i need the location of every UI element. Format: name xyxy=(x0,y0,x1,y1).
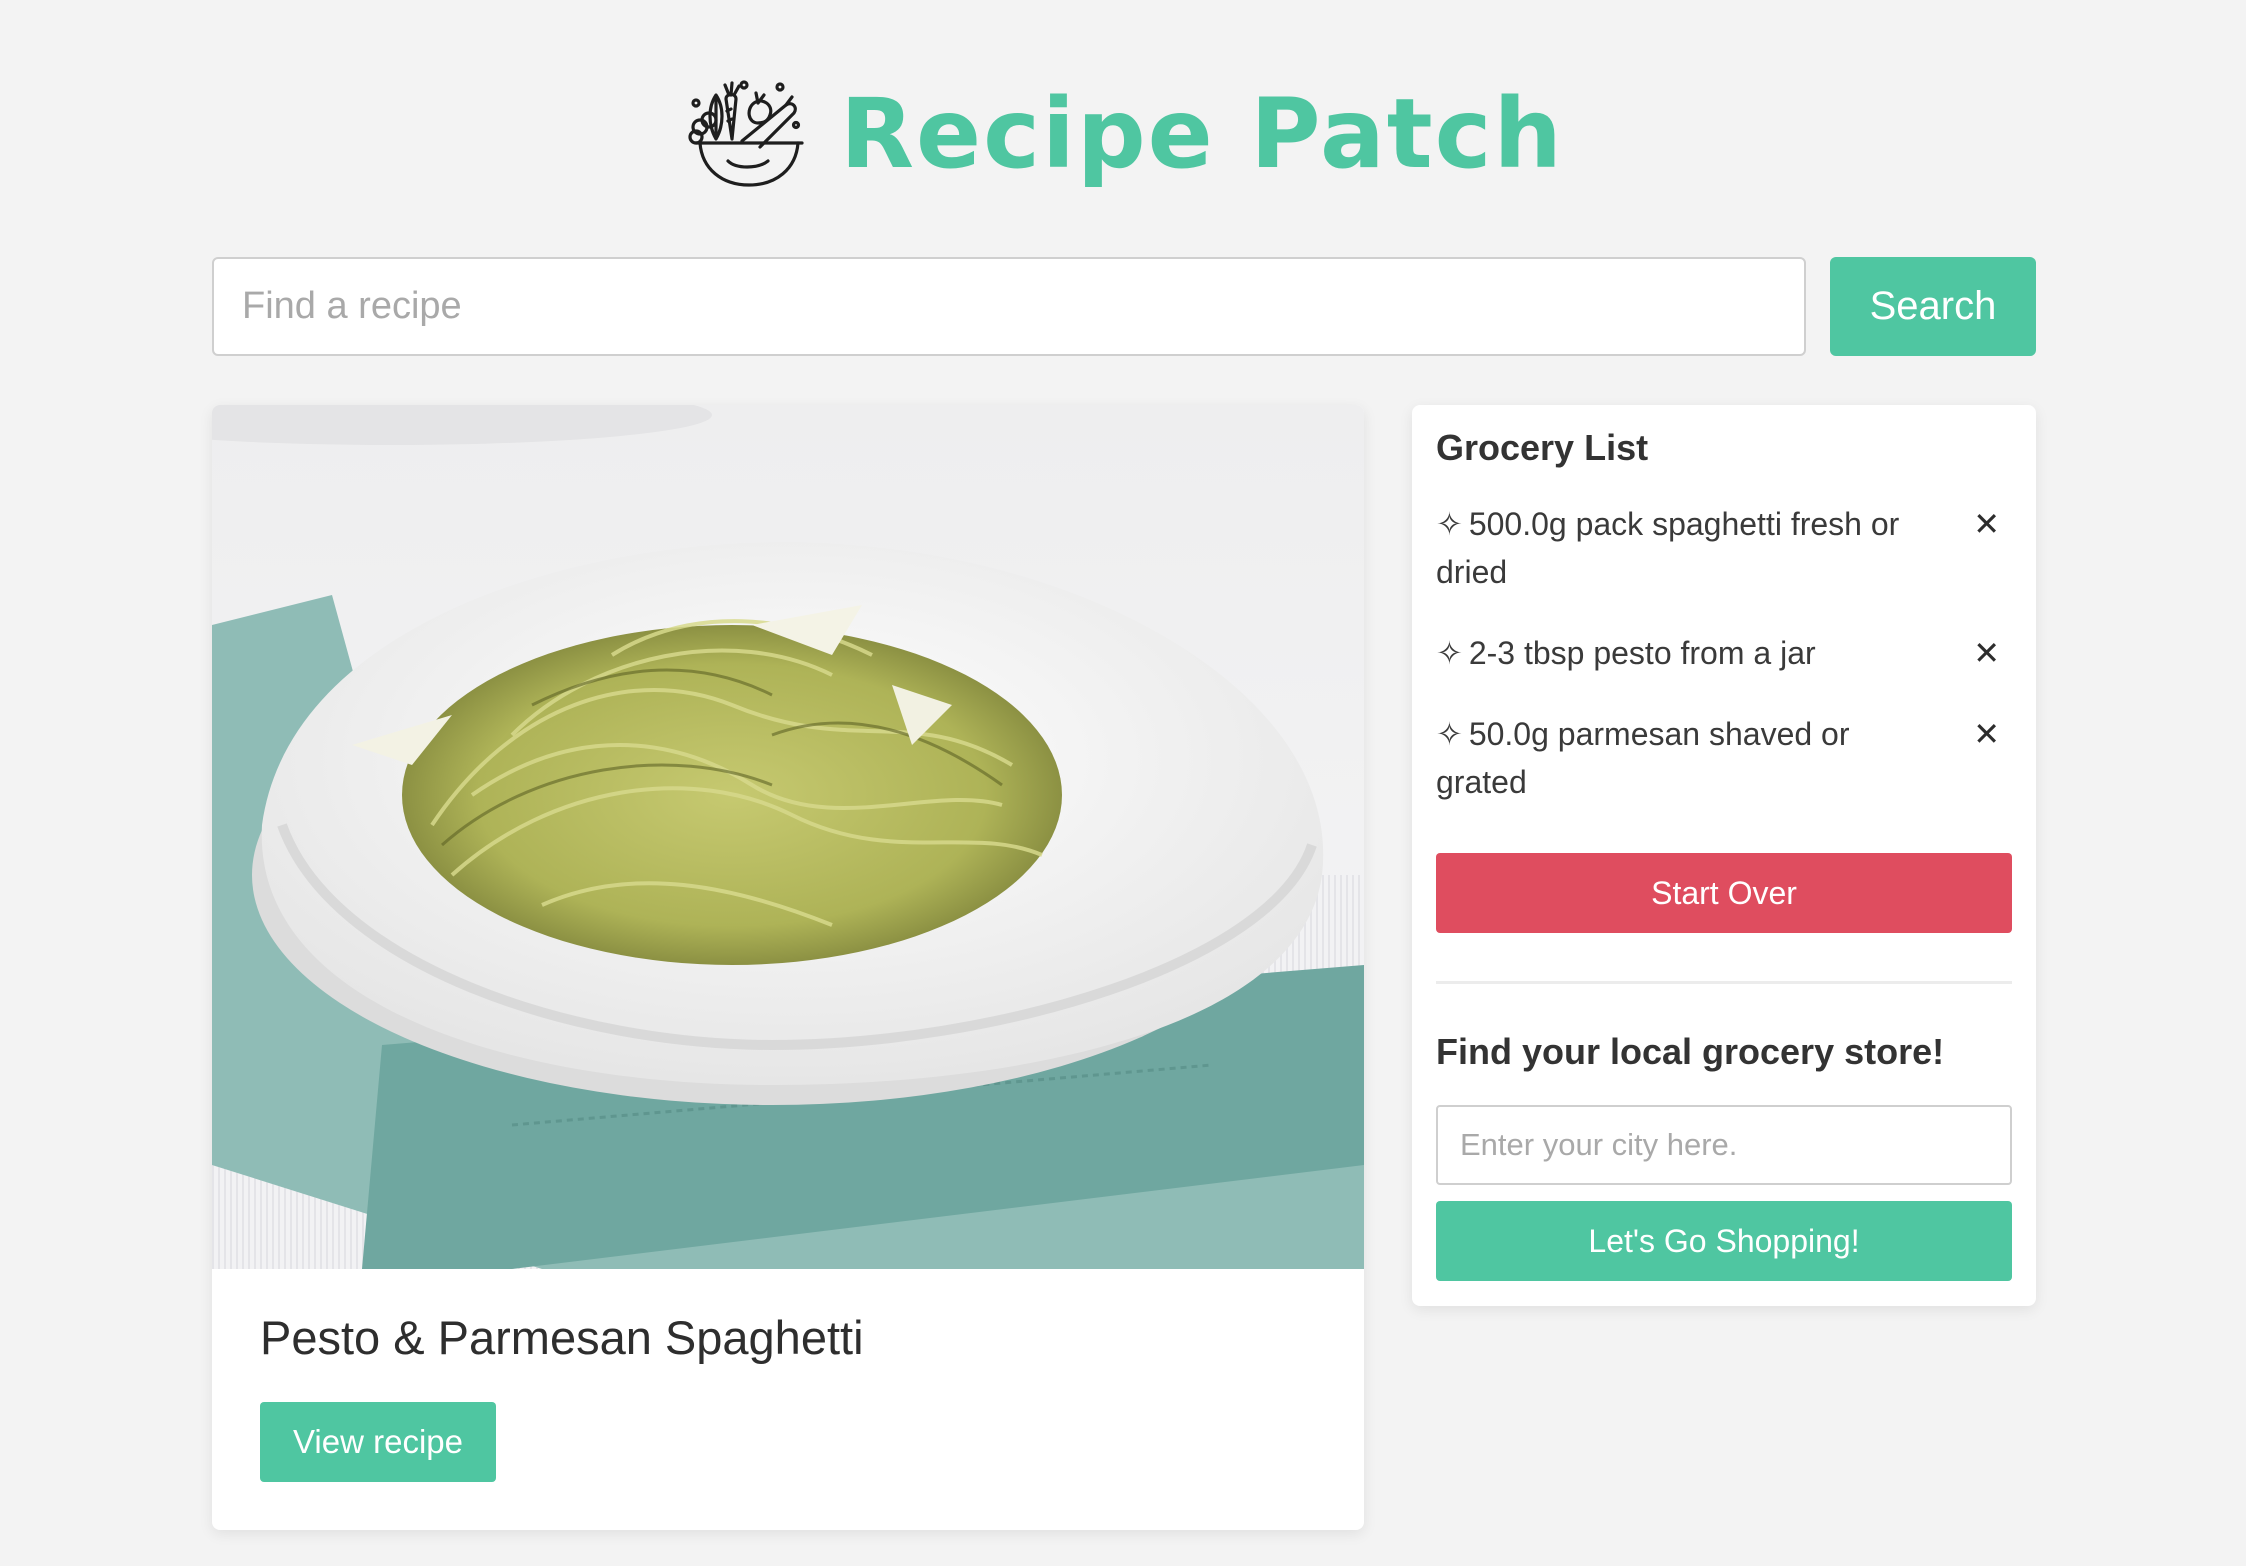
grocery-list: ✧ 500.0g pack spaghetti fresh or dried ✕ … xyxy=(1436,500,2012,839)
search-button[interactable]: Search xyxy=(1830,257,2036,356)
grocery-item: ✧ 2-3 tbsp pesto from a jar ✕ xyxy=(1436,629,2012,677)
go-shopping-button[interactable]: Let's Go Shopping! xyxy=(1436,1201,2012,1281)
grocery-item-label: 2-3 tbsp pesto from a jar xyxy=(1468,635,1816,671)
remove-item-icon[interactable]: ✕ xyxy=(1973,629,2000,677)
grocery-item-text: ✧ 2-3 tbsp pesto from a jar xyxy=(1436,629,1936,677)
remove-item-icon[interactable]: ✕ xyxy=(1973,710,2000,758)
grocery-list-title: Grocery List xyxy=(1436,427,1649,468)
sparkle-icon: ✧ xyxy=(1436,505,1463,543)
brand-title: Recipe Patch xyxy=(840,78,1564,190)
grocery-sidebar: Grocery List ✧ 500.0g pack spaghetti fres… xyxy=(1412,405,2036,1306)
divider xyxy=(1436,981,2012,984)
start-over-button[interactable]: Start Over xyxy=(1436,853,2012,933)
sparkle-icon: ✧ xyxy=(1436,715,1463,753)
site-header: Recipe Patch xyxy=(0,55,2246,205)
recipe-title: Pesto & Parmesan Spaghetti xyxy=(260,1311,864,1364)
grocery-item-label: 500.0g pack spaghetti fresh or dried xyxy=(1436,506,1900,590)
search-bar: Search xyxy=(212,257,2036,356)
grocery-item: ✧ 50.0g parmesan shaved or grated ✕ xyxy=(1436,710,2012,806)
recipe-image xyxy=(212,405,1364,1269)
view-recipe-button[interactable]: View recipe xyxy=(260,1402,496,1482)
grocery-item: ✧ 500.0g pack spaghetti fresh or dried ✕ xyxy=(1436,500,2012,596)
grocery-item-label: 50.0g parmesan shaved or grated xyxy=(1436,716,1850,800)
sparkle-icon: ✧ xyxy=(1436,634,1463,672)
grocery-item-text: ✧ 500.0g pack spaghetti fresh or dried xyxy=(1436,500,1936,596)
city-input[interactable] xyxy=(1436,1105,2012,1185)
remove-item-icon[interactable]: ✕ xyxy=(1973,500,2000,548)
store-finder-title: Find your local grocery store! xyxy=(1436,1031,1945,1072)
grocery-item-text: ✧ 50.0g parmesan shaved or grated xyxy=(1436,710,1936,806)
recipe-card: Pesto & Parmesan Spaghetti View recipe xyxy=(212,405,1364,1530)
salad-bowl-icon xyxy=(682,65,812,195)
recipe-search-input[interactable] xyxy=(212,257,1806,356)
